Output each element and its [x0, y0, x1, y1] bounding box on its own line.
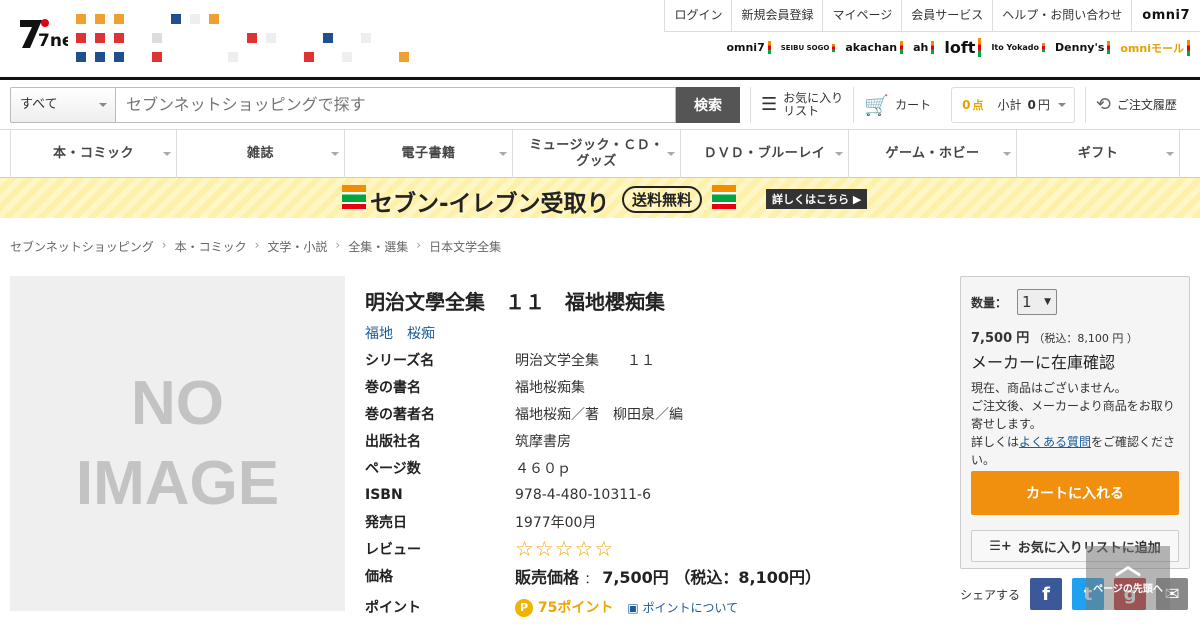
- add-to-cart-button[interactable]: カートに入れる: [971, 471, 1179, 515]
- search-button[interactable]: 検索: [676, 86, 740, 123]
- review-row: レビュー ☆☆☆☆☆: [365, 536, 614, 561]
- spec-row: 発売日 1977年00月: [365, 514, 597, 531]
- subtotal-value: 0: [1027, 97, 1036, 112]
- banner-details-button[interactable]: 詳しくはこちら ▶: [766, 189, 868, 209]
- login-link[interactable]: ログイン: [664, 0, 731, 31]
- free-shipping-badge: 送料無料: [622, 186, 703, 213]
- breadcrumb-item[interactable]: セブンネットショッピング: [10, 238, 154, 255]
- site-header: 7net ログイン 新規会員登録 マイページ 会員サービス ヘルプ・お問い合わせ…: [0, 0, 1200, 80]
- price-value: 7,500円: [602, 567, 669, 587]
- nav-magazines[interactable]: 雑誌: [177, 130, 345, 178]
- spec-row: 出版社名 筑摩書房: [365, 427, 821, 454]
- brand-akachan[interactable]: akachan: [845, 41, 903, 54]
- subtotal-label: 小計: [997, 98, 1022, 112]
- product-image-placeholder: NO IMAGE: [10, 276, 345, 611]
- favorites-list-button[interactable]: ☰ お気に入り リスト: [750, 86, 853, 123]
- order-history-button[interactable]: ⟲ ご注文履歴: [1084, 86, 1187, 123]
- favorites-label: お気に入り リスト: [783, 90, 844, 118]
- share-label: シェアする: [960, 587, 1021, 602]
- search-bar: すべて 検索 ☰ お気に入り リスト 🛒 カート 0点 小計0円 ⟲ ご注文履歴: [0, 80, 1200, 130]
- stock-note: 現在、商品はございません。 ご注文後、メーカーより商品をお取り寄せします。 詳し…: [971, 381, 1176, 467]
- spec-row: シリーズ名 明治文学全集 １１: [365, 352, 655, 369]
- brand-ah[interactable]: ah: [913, 41, 935, 54]
- banner-title: セブン-イレブン受取り: [370, 191, 610, 217]
- list-icon: ☰: [761, 94, 778, 115]
- register-link[interactable]: 新規会員登録: [731, 0, 822, 31]
- nav-ebooks[interactable]: 電子書籍: [345, 130, 513, 178]
- faq-link[interactable]: よくある質問: [1019, 435, 1091, 449]
- top-links: ログイン 新規会員登録 マイページ 会員サービス ヘルプ・お問い合わせ omni…: [664, 0, 1200, 32]
- omni7-logo[interactable]: omni7: [1131, 0, 1200, 31]
- buybox-price: 7,500 円 （税込：8,100 円 ）: [971, 331, 1138, 346]
- nav-gift[interactable]: ギフト: [1017, 130, 1180, 178]
- brand-seibu-sogo[interactable]: SEIBU SOGO: [781, 43, 836, 52]
- seven-flag-icon: [342, 185, 366, 209]
- history-icon: ⟲: [1095, 94, 1111, 115]
- product-title: 明治文學全集 １１ 福地櫻痴集: [365, 290, 665, 314]
- points-about-link[interactable]: ▣ ポイントについて: [627, 599, 738, 616]
- price-row: 価格 販売価格 ： 7,500円 （税込：8,100円）: [365, 567, 822, 587]
- product-specs: シリーズ名 明治文学全集 １１ 巻の書名 福地桜痴集 巻の著者名 福地桜痴／著 柳田泉…: [365, 346, 821, 625]
- 7net-logo[interactable]: 7net: [18, 16, 82, 56]
- nav-books[interactable]: 本・コミック: [10, 130, 177, 178]
- spec-row: ISBN 978-4-480-10311-6: [365, 486, 652, 503]
- brand-omni7[interactable]: omni7: [726, 41, 772, 54]
- search-input[interactable]: [116, 86, 676, 123]
- breadcrumb-item[interactable]: 日本文学全集: [429, 238, 501, 255]
- cart-label: カート: [895, 98, 932, 112]
- author-link[interactable]: 福地 桜痴: [365, 323, 435, 343]
- brand-dennys[interactable]: Denny's: [1055, 41, 1111, 54]
- help-link[interactable]: ヘルプ・お問い合わせ: [992, 0, 1131, 31]
- group-brands: omni7 SEIBU SOGO akachan ah loft Ito Yok…: [726, 38, 1190, 57]
- facebook-icon[interactable]: f: [1030, 578, 1063, 610]
- spec-row: ページ数 ４６０ｐ: [365, 460, 571, 477]
- cart-button[interactable]: 🛒 カート: [853, 86, 941, 123]
- point-coin-icon: P: [515, 599, 533, 617]
- category-nav: 本・コミック 雑誌 電子書籍 ミュージック・ＣＤ・グッズ ＤＶＤ・ブルーレイ ゲ…: [0, 130, 1200, 178]
- brand-omni-mall[interactable]: omniモール: [1120, 39, 1190, 56]
- chevron-up-icon: ︿: [1114, 551, 1141, 581]
- buy-box: 数量： 1 7,500 円 （税込：8,100 円 ） メーカーに在庫確認 現在、…: [960, 276, 1190, 569]
- nav-games[interactable]: ゲーム・ホビー: [849, 130, 1017, 178]
- publisher-link[interactable]: 筑摩書房: [515, 431, 571, 451]
- breadcrumb-item[interactable]: 本・コミック: [175, 238, 247, 255]
- nav-music[interactable]: ミュージック・ＣＤ・グッズ: [513, 130, 681, 178]
- svg-text:7net: 7net: [38, 31, 68, 51]
- rating-stars[interactable]: ☆☆☆☆☆: [515, 537, 614, 561]
- nav-dvd[interactable]: ＤＶＤ・ブルーレイ: [681, 130, 849, 178]
- seven-flag-icon: [712, 185, 736, 209]
- list-add-icon: ☰+: [989, 538, 1012, 554]
- member-services-link[interactable]: 会員サービス: [901, 0, 992, 31]
- quantity-select[interactable]: 1: [1017, 289, 1058, 315]
- cart-summary[interactable]: 0点 小計 0 円: [951, 86, 1075, 123]
- stock-status: メーカーに在庫確認: [971, 353, 1116, 372]
- brand-loft[interactable]: loft: [944, 38, 982, 57]
- breadcrumb-item[interactable]: 全集・選集: [348, 238, 408, 255]
- spec-row: 巻の書名 福地桜痴集: [365, 379, 585, 396]
- spec-row: 巻の著者名 福地桜痴／著 柳田泉／編: [365, 406, 683, 423]
- category-select[interactable]: すべて: [10, 86, 116, 123]
- breadcrumb: セブンネットショッピング › 本・コミック › 文学・小説 › 全集・選集 › 日本文学…: [10, 238, 502, 255]
- cart-points: 0: [962, 97, 971, 112]
- quantity-label: 数量：: [971, 295, 1008, 310]
- pickup-banner[interactable]: セブン-イレブン受取り 送料無料 詳しくはこちら ▶: [0, 178, 1200, 218]
- point-row: ポイント P 75ポイント ▣ ポイントについて: [365, 599, 739, 617]
- brand-ito-yokado[interactable]: Ito Yokado: [991, 43, 1045, 52]
- cart-icon: 🛒: [864, 92, 890, 117]
- back-to-top-button[interactable]: ︿ ページの先頭へ: [1086, 546, 1170, 610]
- mypage-link[interactable]: マイページ: [822, 0, 901, 31]
- breadcrumb-item[interactable]: 文学・小説: [267, 238, 327, 255]
- price-tax: （税込：8,100円）: [674, 567, 822, 587]
